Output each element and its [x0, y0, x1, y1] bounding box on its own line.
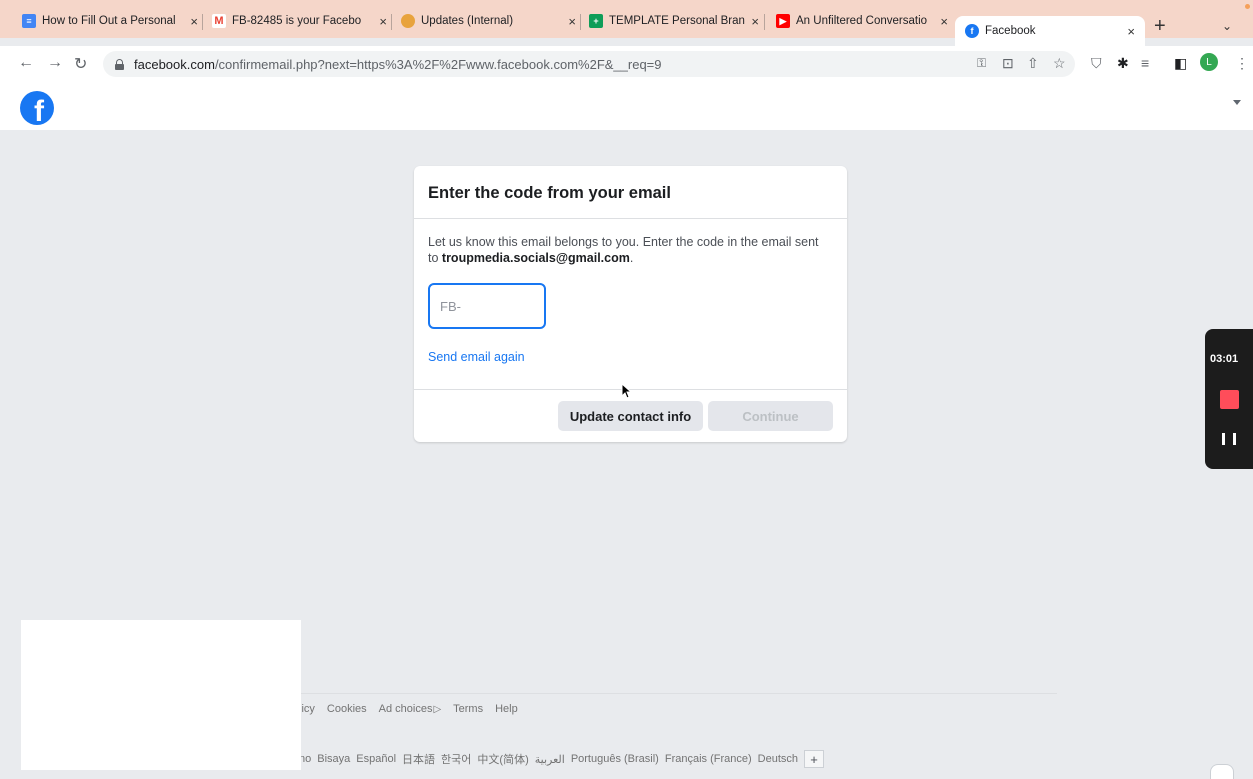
sheets-icon: +: [589, 14, 603, 28]
url-text[interactable]: facebook.com/confirmemail.php?next=https…: [134, 57, 662, 72]
update-contact-info-button[interactable]: Update contact info: [558, 401, 703, 431]
language-link[interactable]: 日本語: [402, 751, 435, 767]
footer-link-privacy[interactable]: licy: [299, 703, 315, 715]
facebook-icon: f: [965, 24, 979, 38]
close-tab-icon[interactable]: ×: [751, 14, 759, 29]
shield-extension-icon[interactable]: ⛉: [1091, 55, 1102, 72]
divider: [414, 218, 847, 219]
dialog-title: Enter the code from your email: [428, 184, 671, 202]
profile-avatar[interactable]: L: [1200, 53, 1218, 71]
email-address: troupmedia.socials@gmail.com: [441, 251, 630, 265]
language-link[interactable]: العربية: [535, 753, 565, 766]
dialog-description: Let us know this email belongs to you. E…: [428, 235, 819, 265]
tab-separator: [764, 14, 765, 30]
language-link[interactable]: Deutsch: [758, 753, 798, 765]
kebab-menu-icon[interactable]: ⋮: [1235, 55, 1249, 72]
reload-icon[interactable]: ↻: [74, 54, 87, 74]
language-link[interactable]: Français (France): [665, 753, 752, 765]
confirm-email-dialog: Enter the code from your email Let us kn…: [414, 166, 847, 442]
confirmation-code-input[interactable]: [428, 283, 546, 329]
footer-link-ad-choices[interactable]: Ad choices ▷: [379, 703, 442, 715]
language-link[interactable]: 한국어: [441, 751, 471, 767]
ad-choices-icon: ▷: [433, 703, 442, 715]
extensions-puzzle-icon[interactable]: ✱: [1117, 55, 1129, 72]
close-tab-icon[interactable]: ×: [568, 14, 576, 29]
recording-timer: 03:01: [1210, 353, 1239, 365]
facebook-logo-icon[interactable]: f: [20, 91, 54, 125]
chat-corner-button[interactable]: [1210, 764, 1234, 779]
lock-icon[interactable]: [115, 59, 124, 70]
fb-header: f: [0, 82, 1253, 130]
close-tab-icon[interactable]: ×: [940, 14, 948, 29]
back-icon[interactable]: ←: [18, 54, 34, 72]
redaction-overlay: [21, 620, 301, 770]
tab-separator: [202, 14, 203, 30]
new-tab-button[interactable]: +: [1154, 15, 1166, 38]
more-languages-button[interactable]: +: [804, 750, 825, 768]
tab-strip: ≡ How to Fill Out a Personal × M FB-8248…: [0, 0, 1253, 46]
forward-icon[interactable]: →: [47, 54, 63, 72]
tab-separator: [580, 14, 581, 30]
account-menu-caret-icon[interactable]: [1233, 100, 1241, 105]
key-icon[interactable]: ⚿: [977, 56, 986, 71]
reading-list-icon[interactable]: ≡: [1141, 55, 1149, 71]
tab-unfiltered-conversation[interactable]: ▶ An Unfiltered Conversatio ×: [776, 8, 948, 34]
language-link[interactable]: Bisaya: [317, 753, 350, 765]
tab-search-icon[interactable]: ⌄: [1222, 19, 1232, 33]
tab-fb-code-email[interactable]: M FB-82485 is your Facebo ×: [212, 8, 387, 34]
language-link[interactable]: Português (Brasil): [571, 753, 659, 765]
close-tab-icon[interactable]: ×: [190, 14, 198, 29]
footer-link-cookies[interactable]: Cookies: [327, 703, 367, 715]
language-link[interactable]: Español: [356, 753, 396, 765]
docs-icon: ≡: [22, 14, 36, 28]
youtube-icon: ▶: [776, 14, 790, 28]
continue-button[interactable]: Continue: [708, 401, 833, 431]
footer-divider: [282, 693, 1057, 694]
recording-dot-icon: [1245, 4, 1250, 9]
language-link[interactable]: 中文(简体): [477, 751, 528, 767]
footer-link-help[interactable]: Help: [495, 703, 518, 715]
bookmark-star-icon[interactable]: ☆: [1053, 55, 1066, 72]
tab-updates-internal[interactable]: Updates (Internal) ×: [401, 8, 576, 34]
footer-links: licy Cookies Ad choices ▷ Terms Help: [299, 703, 518, 715]
install-app-icon[interactable]: ⊡: [1002, 55, 1014, 72]
mouse-cursor-icon: [621, 383, 633, 399]
screen-recorder-widget: 03:01: [1205, 329, 1253, 469]
close-tab-icon[interactable]: ×: [379, 14, 387, 29]
share-icon[interactable]: ⇧: [1027, 55, 1039, 72]
tab-facebook[interactable]: f Facebook ×: [955, 16, 1145, 46]
tab-template-personal-brand[interactable]: + TEMPLATE Personal Branc ×: [589, 8, 759, 34]
send-email-again-link[interactable]: Send email again: [428, 350, 525, 364]
language-selector: no Bisaya Español 日本語 한국어 中文(简体) العربية…: [299, 750, 825, 768]
tab-separator: [391, 14, 392, 30]
address-bar[interactable]: facebook.com/confirmemail.php?next=https…: [103, 51, 1075, 77]
gmail-icon: M: [212, 14, 226, 28]
pause-recording-icon[interactable]: [1222, 433, 1236, 445]
tab-how-to-fill[interactable]: ≡ How to Fill Out a Personal ×: [22, 8, 198, 34]
side-panel-icon[interactable]: ◧: [1174, 55, 1187, 72]
close-tab-icon[interactable]: ×: [1127, 24, 1135, 39]
emoji-icon: [401, 14, 415, 28]
stop-recording-icon[interactable]: [1220, 390, 1239, 409]
footer-link-terms[interactable]: Terms: [453, 703, 483, 715]
browser-toolbar: ← → ↻ facebook.com/confirmemail.php?next…: [0, 46, 1253, 83]
